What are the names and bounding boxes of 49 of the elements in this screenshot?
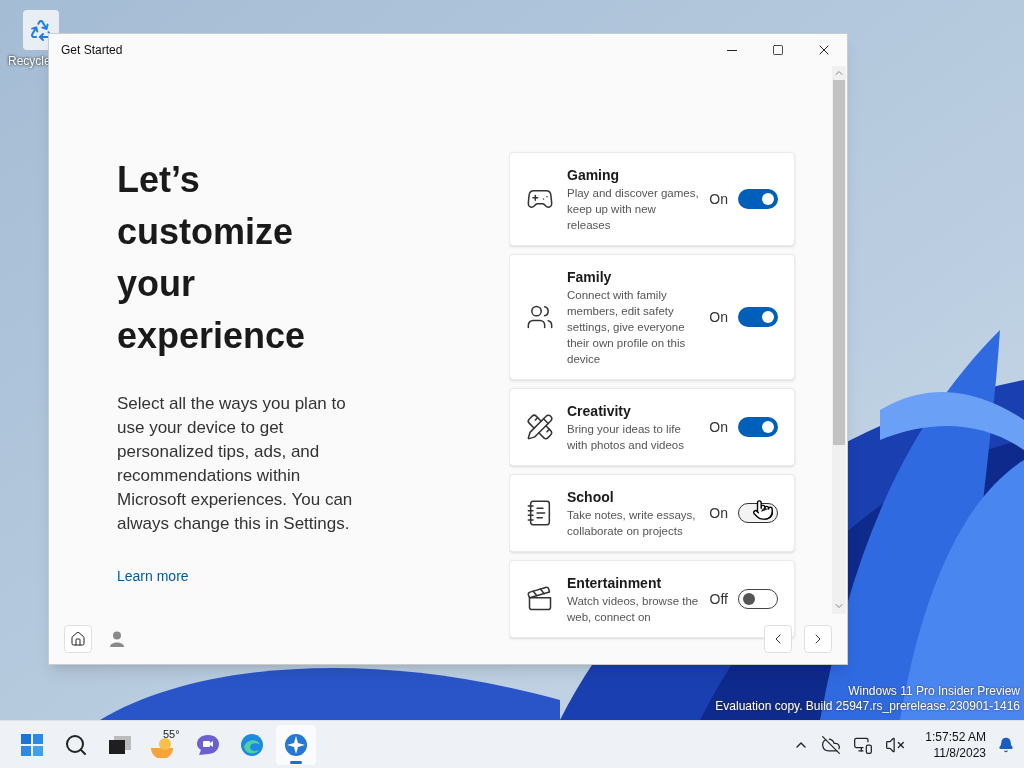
option-title: School (567, 488, 615, 507)
window-title: Get Started (61, 42, 123, 59)
toggle-state-label: Off (709, 589, 728, 609)
toggle-state-label: On (709, 503, 728, 523)
toggle-switch[interactable] (738, 189, 778, 209)
windows-start-icon (21, 733, 43, 756)
task-view-icon (109, 735, 131, 754)
watermark-text: Windows 11 Pro Insider Preview (848, 684, 1020, 699)
browser-icon (240, 732, 264, 757)
active-indicator (290, 760, 302, 764)
scrollbar[interactable] (832, 66, 846, 614)
option-description: Connect with family members, edit safety settings, give everyone their own profile on this device (567, 288, 687, 367)
toggle-state-label: On (709, 417, 728, 437)
search-icon (64, 732, 88, 757)
clapperboard-icon (526, 585, 554, 613)
option-description: Play and discover games, keep up with new releases (567, 186, 699, 233)
option-title: Gaming (567, 166, 621, 185)
page-heading: Let’s customize your experience (117, 158, 307, 358)
home-icon (70, 631, 86, 647)
toggle-state-label: On (709, 189, 728, 209)
toggle-state-label: On (709, 307, 728, 327)
toggle-switch[interactable] (738, 417, 778, 437)
pencil-ruler-icon (526, 413, 554, 441)
hand-cursor-icon (752, 499, 774, 521)
clock-time[interactable]: 1:57:52 AM (925, 728, 986, 745)
option-description: Bring your ideas to life with photos and videos (567, 422, 685, 453)
option-title: Entertainment (567, 574, 663, 593)
user-icon[interactable] (110, 631, 124, 647)
temperature-label: 55° (163, 726, 180, 742)
description-text: Select all the ways you plan to use your device to get personalized tips, ads, and recommendations within Microsoft experiences. You can always change this in Settings. (117, 393, 354, 535)
compass-star-icon (284, 732, 308, 757)
option-description: Watch videos, browse the web, connect on (567, 594, 699, 625)
clock-date[interactable]: 11/8/2023 (933, 744, 986, 761)
option-title: Family (567, 268, 613, 287)
learn-more-link[interactable]: Learn more (117, 566, 189, 587)
taskbar-app-button[interactable]: 55° (144, 724, 184, 765)
option-description: Take notes, write essays, collaborate on projects (567, 508, 697, 539)
chat-icon (196, 733, 220, 756)
cloud-off-icon[interactable] (821, 734, 842, 755)
notification-icon[interactable] (998, 736, 1014, 753)
scrollbar-thumb[interactable] (833, 80, 845, 445)
toggle-switch[interactable] (738, 589, 778, 609)
people-icon (526, 303, 554, 331)
watermark-text: Evaluation copy. Build 25947.rs_prerelease.230901-1416 (715, 699, 1020, 714)
maximize-icon (772, 44, 784, 56)
home-button[interactable] (64, 625, 92, 653)
toggle-switch[interactable] (738, 307, 778, 327)
option-title: Creativity (567, 402, 632, 421)
minimize-icon (727, 49, 737, 51)
